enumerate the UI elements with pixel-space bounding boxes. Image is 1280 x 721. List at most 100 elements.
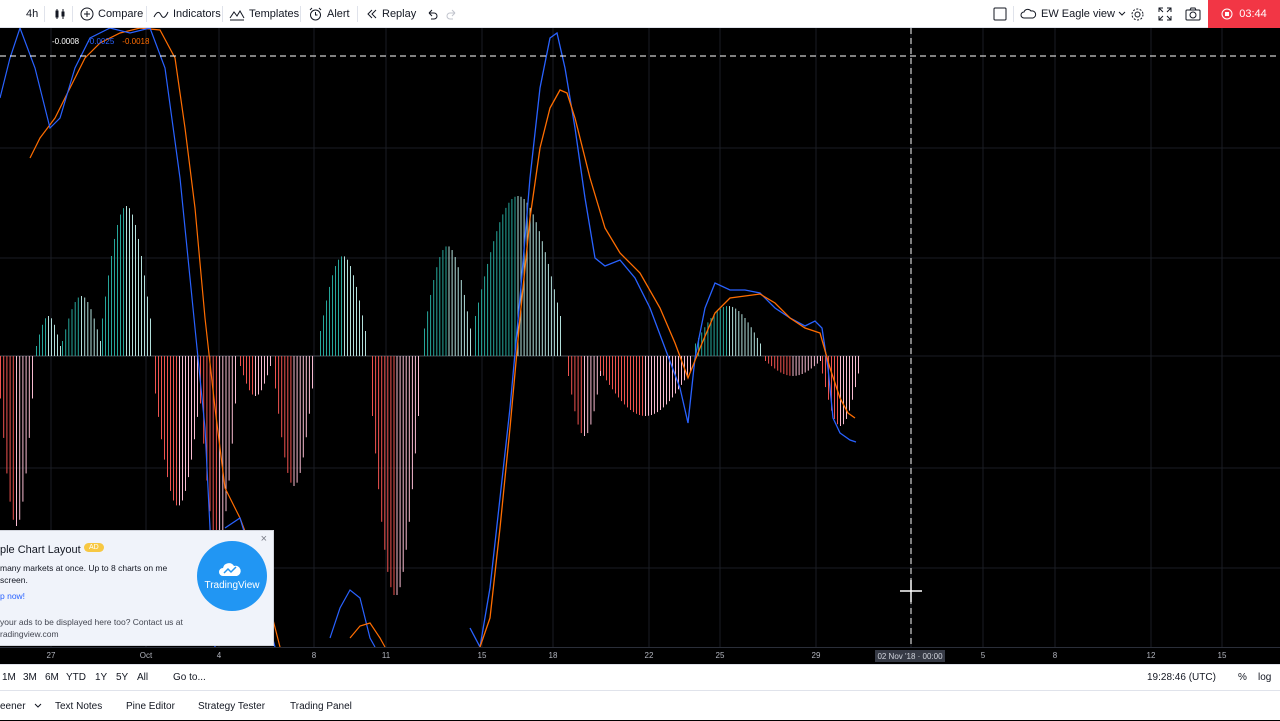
tab-pine-editor[interactable]: Pine Editor bbox=[126, 691, 175, 721]
histogram-bar bbox=[155, 356, 156, 394]
histogram-bar bbox=[840, 356, 841, 426]
histogram-bar bbox=[93, 318, 95, 356]
replay-button[interactable]: Replay bbox=[366, 0, 416, 28]
histogram-bar bbox=[493, 241, 495, 356]
histogram-bar bbox=[19, 356, 21, 520]
histogram-bar bbox=[687, 356, 688, 376]
histogram-bar bbox=[541, 241, 543, 356]
histogram-bar bbox=[197, 356, 198, 417]
histogram-bar bbox=[3, 356, 5, 438]
time-axis[interactable]: 27 Oct 4 8 11 15 18 22 25 29 5 8 12 15 02 Nov '18 · 0… bbox=[0, 647, 1280, 664]
divider bbox=[222, 6, 223, 22]
ad-cta-link[interactable]: p now! bbox=[0, 591, 25, 601]
histogram-bar bbox=[129, 208, 130, 356]
percent-toggle[interactable]: % bbox=[1238, 665, 1247, 689]
histogram-bar bbox=[852, 356, 853, 400]
settings-button[interactable] bbox=[1130, 0, 1145, 28]
ad-title: ple Chart Layout bbox=[0, 544, 81, 556]
histogram-bar bbox=[77, 297, 79, 356]
range-button-3m[interactable]: 3M bbox=[23, 665, 37, 689]
histogram-bar bbox=[858, 356, 859, 374]
time-tick: 12 bbox=[1146, 651, 1156, 660]
recording-indicator[interactable]: 03:44 bbox=[1208, 0, 1280, 28]
crosshair-time-label: 02 Nov '18 · 00:00 bbox=[875, 650, 945, 662]
histogram-bar bbox=[405, 356, 407, 550]
templates-label: Templates bbox=[249, 8, 300, 20]
log-toggle[interactable]: log bbox=[1258, 665, 1271, 689]
ad-popup[interactable]: ple Chart Layout AD many markets at once… bbox=[0, 530, 274, 646]
fullscreen-button[interactable] bbox=[1158, 0, 1172, 28]
snapshot-button[interactable] bbox=[1185, 0, 1201, 28]
histogram-bar bbox=[45, 318, 46, 356]
range-button-1m[interactable]: 1M bbox=[2, 665, 16, 689]
compare-button[interactable]: Compare bbox=[80, 0, 143, 28]
histogram-bar bbox=[12, 356, 14, 520]
goto-button[interactable]: Go to... bbox=[173, 665, 206, 689]
tradingview-logo[interactable]: TradingView bbox=[197, 541, 267, 611]
range-button-ytd[interactable]: YTD bbox=[66, 665, 86, 689]
histogram-bar bbox=[100, 341, 101, 356]
histogram-bar bbox=[267, 356, 268, 376]
histogram-bar bbox=[81, 296, 82, 356]
alert-button[interactable]: Alert bbox=[308, 0, 350, 28]
time-tick: 29 bbox=[811, 651, 821, 660]
histogram-bar bbox=[372, 356, 373, 416]
histogram-bar bbox=[804, 356, 806, 373]
histogram-bar bbox=[732, 306, 734, 356]
tab-trading-panel[interactable]: Trading Panel bbox=[290, 691, 352, 721]
interval-button[interactable]: 4h bbox=[26, 0, 38, 28]
histogram-bar bbox=[630, 356, 631, 410]
histogram-bar bbox=[408, 356, 410, 522]
undo-button[interactable] bbox=[426, 0, 438, 28]
select-layout-checkbox[interactable] bbox=[993, 0, 1007, 28]
range-button-all[interactable]: All bbox=[137, 665, 148, 689]
histogram-bar bbox=[74, 302, 76, 356]
histogram-bar bbox=[765, 356, 766, 361]
top-toolbar: 4h Compare Indicators Templates Alert Re… bbox=[0, 0, 1280, 28]
histogram-bar bbox=[203, 356, 205, 444]
histogram-bar bbox=[308, 356, 310, 414]
histogram-bar bbox=[243, 356, 244, 376]
histogram-bar bbox=[442, 250, 444, 356]
layout-menu-button[interactable]: EW Eagle view bbox=[1020, 0, 1126, 28]
chart-type-button[interactable] bbox=[53, 0, 67, 28]
tab-text-notes[interactable]: Text Notes bbox=[55, 691, 102, 721]
histogram-bar bbox=[825, 356, 826, 388]
histogram-bar bbox=[102, 318, 103, 356]
templates-button[interactable]: Templates bbox=[229, 0, 299, 28]
histogram-bar bbox=[490, 252, 492, 356]
histogram-bar bbox=[185, 356, 186, 491]
histogram-bar bbox=[48, 316, 49, 356]
range-button-5y[interactable]: 5Y bbox=[116, 665, 128, 689]
tab-strategy-tester[interactable]: Strategy Tester bbox=[198, 691, 265, 721]
histogram-bar bbox=[284, 356, 286, 458]
histogram-bar bbox=[538, 231, 540, 356]
histogram-bar bbox=[577, 356, 579, 425]
histogram-bar bbox=[381, 356, 383, 522]
range-button-1y[interactable]: 1Y bbox=[95, 665, 107, 689]
histogram-bar bbox=[293, 356, 295, 486]
histogram-bar bbox=[849, 356, 850, 411]
histogram-bar bbox=[22, 356, 24, 502]
histogram-bar bbox=[801, 356, 803, 374]
histogram-bar bbox=[813, 356, 815, 367]
histogram-bar bbox=[347, 259, 348, 356]
histogram-bar bbox=[111, 255, 112, 356]
histogram-bar bbox=[84, 297, 86, 356]
tab-screener[interactable]: eener bbox=[0, 691, 42, 721]
histogram-bar bbox=[120, 214, 121, 356]
redo-icon bbox=[446, 9, 456, 20]
histogram-bar bbox=[305, 356, 307, 438]
histogram-bar bbox=[173, 356, 174, 501]
histogram-bar bbox=[774, 356, 776, 369]
histogram-bar bbox=[424, 328, 425, 356]
histogram-bar bbox=[843, 356, 844, 425]
histogram-bar bbox=[457, 267, 459, 356]
histogram-bar bbox=[735, 308, 737, 356]
redo-button[interactable] bbox=[446, 0, 458, 28]
histogram-bar bbox=[636, 356, 637, 414]
range-button-6m[interactable]: 6M bbox=[45, 665, 59, 689]
crosshair-cursor-icon bbox=[900, 580, 922, 602]
close-icon[interactable]: × bbox=[261, 533, 267, 545]
indicators-button[interactable]: Indicators bbox=[153, 0, 221, 28]
